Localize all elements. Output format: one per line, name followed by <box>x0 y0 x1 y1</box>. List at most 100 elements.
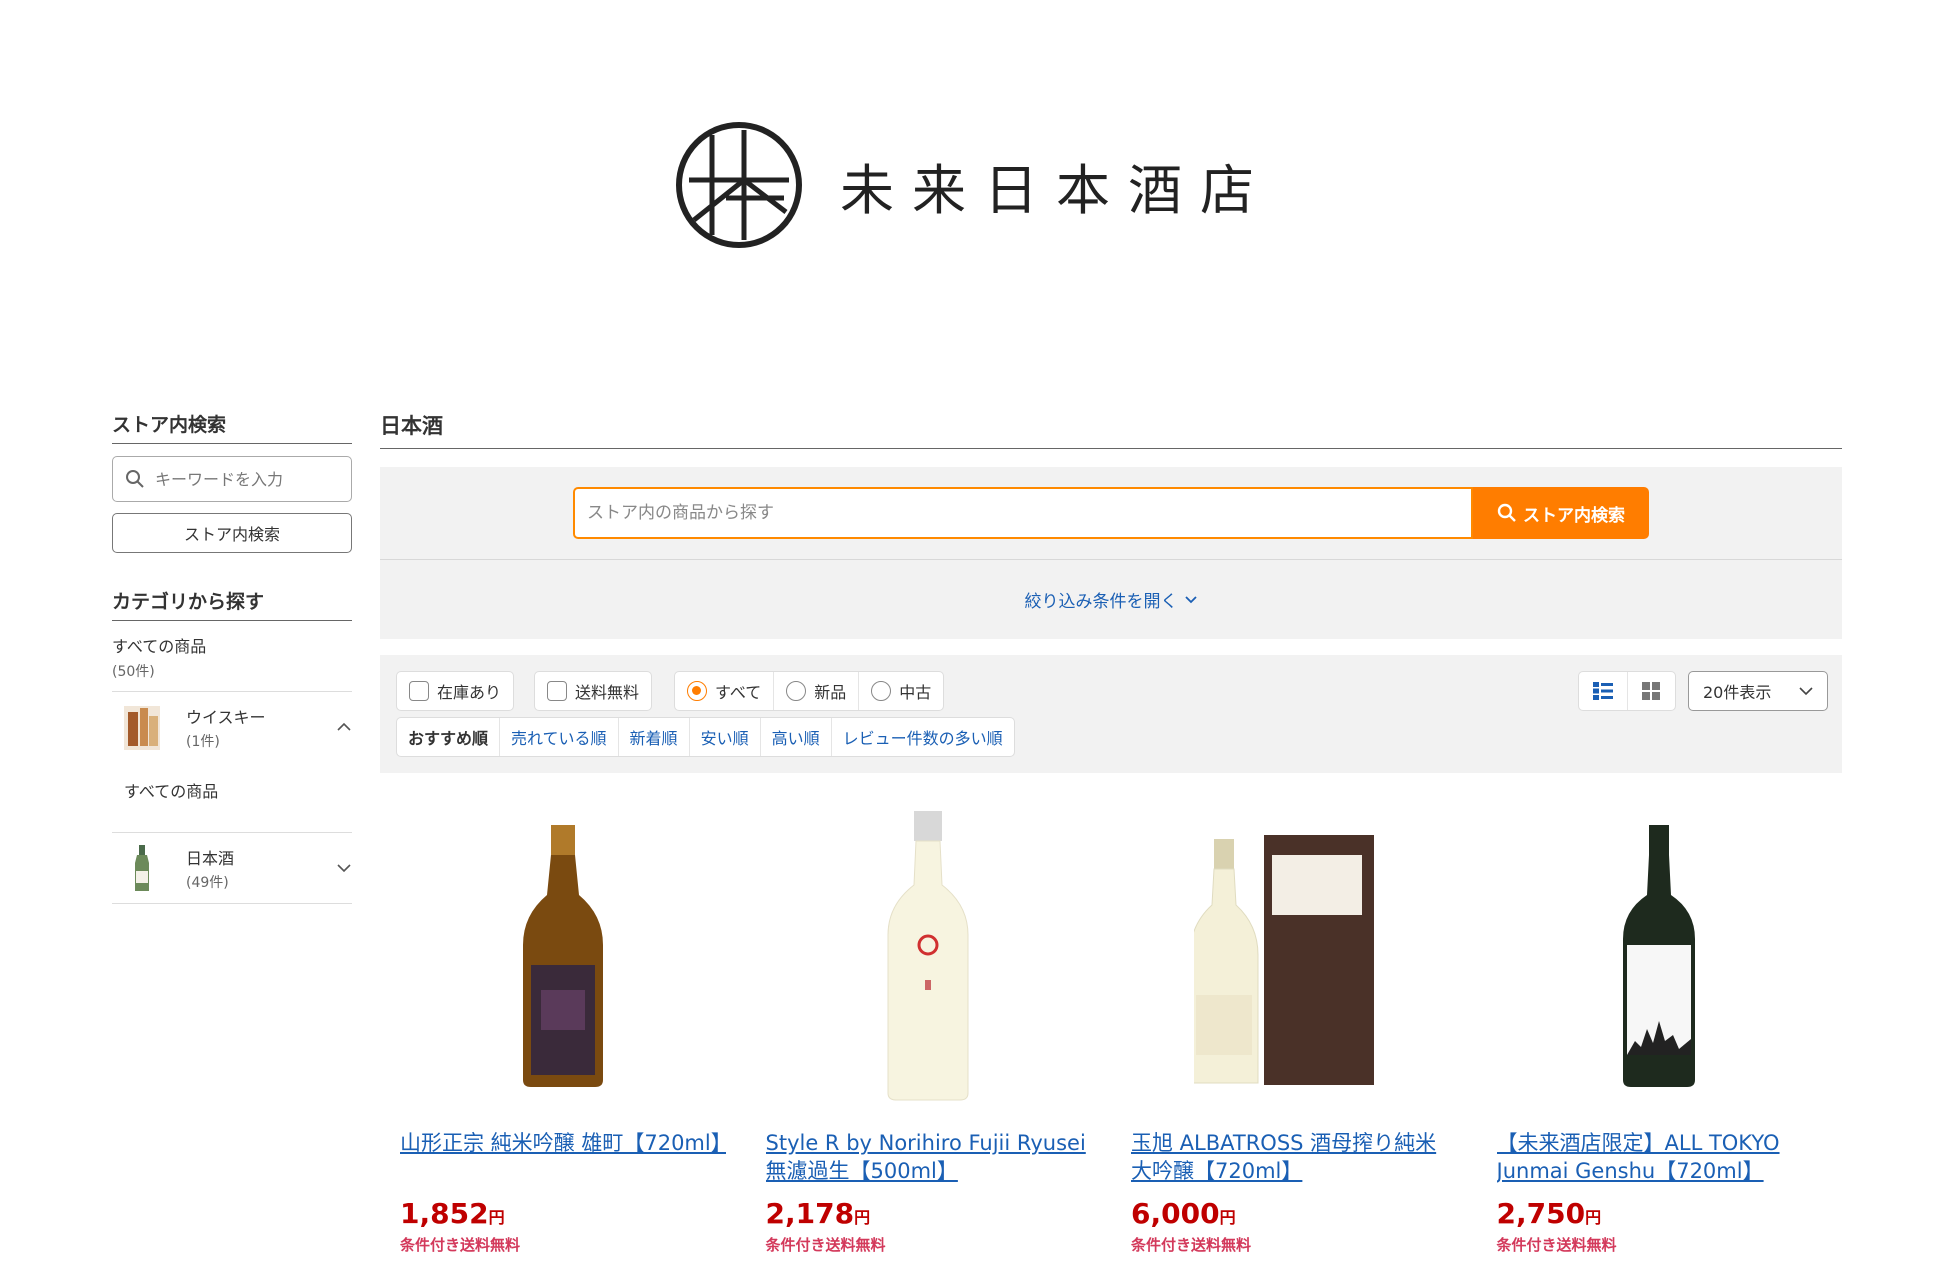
product-price: 1,852円 <box>400 1197 726 1230</box>
shop-seal-logo-icon <box>676 122 802 248</box>
free-shipping-filter[interactable]: 送料無料 <box>534 671 653 711</box>
chevron-down-icon <box>1799 686 1813 695</box>
product-card: Style R by Norihiro Fujii Ryusei 無濾過生【50… <box>746 795 1112 1255</box>
product-price: 2,750円 <box>1497 1197 1823 1230</box>
product-image[interactable] <box>766 795 1092 1115</box>
category-name: 日本酒 <box>186 848 235 868</box>
category-name: ウイスキー <box>186 707 266 727</box>
product-name-link[interactable]: 玉旭 ALBATROSS 酒母搾り純米大吟醸【720ml】 <box>1131 1129 1457 1185</box>
price-value: 1,852 <box>400 1197 489 1230</box>
condition-label: すべて <box>715 683 762 702</box>
product-image[interactable] <box>400 795 726 1115</box>
price-yen: 円 <box>854 1208 871 1227</box>
product-card: 【未来酒店限定】ALL TOKYO Junmai Genshu【720ml】 2… <box>1477 795 1843 1255</box>
price-yen: 円 <box>1585 1208 1602 1227</box>
category-count: (49件) <box>186 874 229 891</box>
sake-bottle-image <box>887 811 969 1101</box>
filter-toggle-label: 絞り込み条件を開く <box>1024 592 1178 612</box>
sort-options: おすすめ順 売れている順 新着順 安い順 高い順 レビュー件数の多い順 <box>396 717 1015 757</box>
sort-price-low[interactable]: 安い順 <box>688 718 760 756</box>
free-shipping-checkbox[interactable] <box>547 681 567 701</box>
product-name-link[interactable]: 山形正宗 純米吟醸 雄町【720ml】 <box>400 1129 726 1185</box>
in-stock-checkbox[interactable] <box>409 681 429 701</box>
sidebar-search-input[interactable] <box>155 469 335 489</box>
sidebar-search-button[interactable]: ストア内検索 <box>112 513 352 553</box>
condition-used[interactable]: 中古 <box>858 672 943 710</box>
price-yen: 円 <box>488 1208 505 1227</box>
store-page: 未来日本酒店 ストア内検索 ストア内検索 カテゴリから探す すべての商品 (50… <box>0 0 1934 1268</box>
shipping-note: 条件付き送料無料 <box>1496 1236 1617 1254</box>
condition-filter: すべて 新品 中古 <box>674 671 945 711</box>
store-search-heading: ストア内検索 <box>112 410 352 444</box>
product-price: 2,178円 <box>766 1197 1092 1230</box>
price-value: 2,178 <box>765 1197 855 1230</box>
store-name: 未来日本酒店 <box>840 158 1272 222</box>
product-search-input[interactable] <box>587 503 1459 523</box>
chevron-down-icon <box>1184 595 1197 603</box>
category-count: (50件) <box>112 664 155 680</box>
search-icon <box>1497 503 1516 522</box>
sake-thumbnail <box>135 845 149 891</box>
per-page-value: 20件表示 <box>1703 683 1772 702</box>
product-price: 6,000円 <box>1131 1197 1457 1230</box>
search-button-label: ストア内検索 <box>1523 505 1625 526</box>
product-card: 玉旭 ALBATROSS 酒母搾り純米大吟醸【720ml】 6,000円 条件付… <box>1111 795 1477 1255</box>
subcategory-all-products[interactable]: すべての商品 <box>112 762 352 833</box>
product-name-link[interactable]: 【未来酒店限定】ALL TOKYO Junmai Genshu【720ml】 <box>1497 1129 1823 1185</box>
category-all-products[interactable]: すべての商品 (50件) <box>112 621 352 692</box>
filter-toggle-link[interactable]: 絞り込み条件を開く <box>380 560 1842 639</box>
sake-bottle-image <box>1623 825 1696 1087</box>
sidebar: ストア内検索 ストア内検索 カテゴリから探す すべての商品 (50件) ウイスキ… <box>112 410 352 904</box>
per-page-select[interactable]: 20件表示 <box>1688 671 1828 711</box>
radio[interactable] <box>871 681 892 701</box>
category-heading: カテゴリから探す <box>112 587 352 621</box>
condition-new[interactable]: 新品 <box>773 672 858 710</box>
whisky-thumbnail <box>124 706 160 750</box>
main-content: 日本酒 ストア内検索 絞り込み条件を開く <box>380 410 1842 1268</box>
list-toolbar: 在庫あり 送料無料 すべて 新品 中古 おすすめ順 売れている順 新着順 安い順… <box>380 655 1842 773</box>
shipping-note: 条件付き送料無料 <box>1131 1236 1252 1254</box>
search-icon <box>126 470 144 488</box>
sort-price-high[interactable]: 高い順 <box>759 718 831 756</box>
grid-view-icon <box>1642 682 1661 700</box>
product-grid: 山形正宗 純米吟醸 雄町【720ml】 1,852円 条件付き送料無料 Styl… <box>380 795 1842 1255</box>
category-item-whisky[interactable]: ウイスキー (1件) <box>112 692 352 762</box>
category-item-sake[interactable]: 日本酒 (49件) <box>112 833 352 904</box>
condition-all[interactable]: すべて <box>675 672 773 710</box>
product-image[interactable] <box>1497 795 1823 1115</box>
price-yen: 円 <box>1219 1208 1236 1227</box>
category-count: (1件) <box>186 733 220 750</box>
product-card: 山形正宗 純米吟醸 雄町【720ml】 1,852円 条件付き送料無料 <box>380 795 746 1255</box>
category-name: すべての商品 <box>112 637 207 656</box>
in-stock-filter[interactable]: 在庫あり <box>396 671 515 711</box>
product-image[interactable] <box>1131 795 1457 1115</box>
sort-best-selling[interactable]: 売れている順 <box>499 718 618 756</box>
product-search-button[interactable]: ストア内検索 <box>1473 487 1649 539</box>
condition-label: 新品 <box>814 683 847 702</box>
price-value: 2,750 <box>1496 1197 1586 1230</box>
radio-selected[interactable] <box>687 681 707 701</box>
page-title: 日本酒 <box>380 410 1842 449</box>
shipping-note: 条件付き送料無料 <box>400 1236 521 1254</box>
grid-view-button[interactable] <box>1626 672 1675 710</box>
chevron-down-icon[interactable] <box>336 861 352 877</box>
product-search-field[interactable] <box>573 487 1473 539</box>
in-stock-label: 在庫あり <box>437 683 502 702</box>
product-name-link[interactable]: Style R by Norihiro Fujii Ryusei 無濾過生【50… <box>766 1129 1092 1185</box>
view-toggle <box>1578 671 1676 711</box>
store-logo[interactable]: 未来日本酒店 <box>674 120 1272 250</box>
list-view-icon <box>1592 682 1613 700</box>
radio[interactable] <box>786 681 807 701</box>
list-view-button[interactable] <box>1579 672 1627 710</box>
sake-bottle-with-box-image <box>1193 835 1374 1085</box>
chevron-up-icon[interactable] <box>336 720 352 736</box>
search-panel: ストア内検索 絞り込み条件を開く <box>380 467 1842 639</box>
sort-recommended[interactable]: おすすめ順 <box>397 718 499 756</box>
shipping-note: 条件付き送料無料 <box>765 1236 886 1254</box>
sort-newest[interactable]: 新着順 <box>617 718 689 756</box>
condition-label: 中古 <box>899 683 932 702</box>
sidebar-search-field[interactable] <box>112 456 352 502</box>
price-value: 6,000 <box>1131 1197 1220 1230</box>
sort-most-reviews[interactable]: レビュー件数の多い順 <box>830 718 1014 756</box>
sake-bottle-image <box>522 825 603 1087</box>
